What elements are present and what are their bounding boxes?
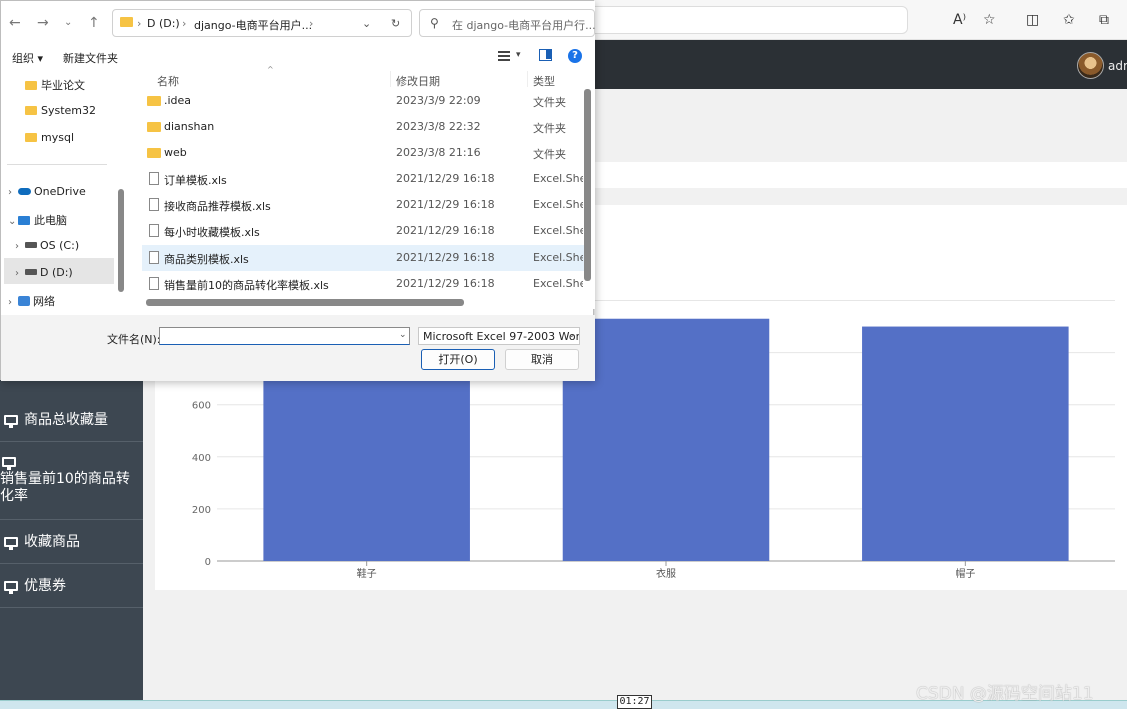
sidebar-item-coupons[interactable]: 优惠券 xyxy=(0,564,143,608)
tree-item-system32[interactable]: System32 xyxy=(25,104,96,117)
navigation-scrollbar[interactable] xyxy=(118,189,124,292)
column-header-date[interactable]: 修改日期 xyxy=(396,73,440,89)
column-divider[interactable] xyxy=(527,71,528,87)
folder-icon xyxy=(147,122,161,132)
chevron-down-icon[interactable]: ⌄ xyxy=(8,216,18,227)
chevron-down-icon[interactable]: ▾ xyxy=(516,50,521,60)
folder-icon xyxy=(25,81,37,90)
tree-item-thesis[interactable]: 毕业论文 xyxy=(25,77,85,93)
monitor-icon xyxy=(4,537,18,550)
file-row[interactable]: .idea 2023/3/9 22:09 文件夹 xyxy=(142,88,584,114)
filename-label: 文件名(N): xyxy=(107,333,161,346)
file-row[interactable]: 每小时收藏模板.xls 2021/12/29 16:18 Excel.Shee xyxy=(142,218,584,244)
tree-item-network[interactable]: › 网络 xyxy=(8,293,55,309)
favorite-star-icon[interactable]: ☆ xyxy=(983,12,996,28)
file-icon xyxy=(149,224,159,237)
file-type-select[interactable]: Microsoft Excel 97-2003 Work xyxy=(418,327,580,345)
folder-icon xyxy=(120,17,133,27)
monitor-icon xyxy=(4,581,18,594)
tree-item-drive-d[interactable]: › D (D:) xyxy=(15,266,73,279)
file-row[interactable]: 接收商品推荐模板.xls 2021/12/29 16:18 Excel.Shee xyxy=(142,192,584,218)
folder-icon xyxy=(25,133,37,142)
chevron-down-icon[interactable]: ⌄ xyxy=(399,330,407,340)
preview-pane-icon[interactable] xyxy=(539,49,552,61)
chevron-down-icon[interactable]: ⌄ xyxy=(362,17,371,30)
column-header-name[interactable]: 名称 xyxy=(157,73,179,89)
new-folder-button[interactable]: 新建文件夹 xyxy=(63,50,118,66)
filename-input[interactable] xyxy=(159,327,410,345)
file-icon xyxy=(149,172,159,185)
file-open-dialog: ← → ⌄ ↑ › D (D:) › django-电商平台用户... › ⌄ … xyxy=(0,0,596,381)
breadcrumb[interactable]: › D (D:) › django-电商平台用户... › ⌄ ↻ xyxy=(112,9,412,37)
recent-chevron-icon[interactable]: ⌄ xyxy=(64,17,72,28)
sort-arrow-icon: ^ xyxy=(267,65,274,74)
back-arrow-icon[interactable]: ← xyxy=(9,15,21,31)
network-icon xyxy=(18,296,30,306)
vertical-scrollbar[interactable] xyxy=(584,89,591,281)
recording-timer: 01:27 xyxy=(617,695,652,709)
drive-icon xyxy=(25,269,37,275)
column-header-type[interactable]: 类型 xyxy=(533,73,555,89)
chevron-right-icon[interactable]: › xyxy=(8,187,18,198)
folder-icon xyxy=(147,96,161,106)
file-row[interactable]: dianshan 2023/3/8 22:32 文件夹 xyxy=(142,114,584,140)
sidebar-item-conversion-rate[interactable]: 销售量前10的商品转化率 xyxy=(0,442,143,520)
help-icon[interactable]: ? xyxy=(568,49,582,63)
address-bar[interactable] xyxy=(590,6,908,34)
breadcrumb-separator: › xyxy=(182,17,187,30)
monitor-icon xyxy=(4,415,18,428)
drive-icon xyxy=(25,242,37,248)
search-input[interactable]: ⚲ 在 django-电商平台用户行... xyxy=(419,9,596,37)
watermark: CSDN @源码空间站11 xyxy=(916,684,1094,704)
chevron-right-icon[interactable]: › xyxy=(15,268,25,279)
folder-icon xyxy=(147,148,161,158)
tree-item-onedrive[interactable]: › OneDrive xyxy=(8,185,86,198)
chevron-down-icon[interactable]: ⌄ xyxy=(568,330,576,340)
cloud-icon xyxy=(18,188,31,195)
folder-icon xyxy=(25,106,37,115)
breadcrumb-separator: › xyxy=(309,17,314,30)
breadcrumb-separator: › xyxy=(137,17,142,30)
refresh-icon[interactable]: ↻ xyxy=(391,17,400,30)
tree-item-drive-c[interactable]: › OS (C:) xyxy=(15,239,79,252)
favorites-icon[interactable]: ✩ xyxy=(1063,12,1075,28)
search-icon: ⚲ xyxy=(430,16,439,30)
view-options-icon[interactable] xyxy=(498,51,510,61)
file-row[interactable]: 销售量前10的商品转化率模板.xls 2021/12/29 16:18 Exce… xyxy=(142,271,584,297)
computer-icon xyxy=(18,216,30,225)
sidebar-item-favorite-products[interactable]: 收藏商品 xyxy=(0,520,143,564)
file-icon xyxy=(149,198,159,211)
up-arrow-icon[interactable]: ↑ xyxy=(88,15,100,31)
forward-arrow-icon[interactable]: → xyxy=(37,15,49,31)
organize-button[interactable]: 组织 ▾ xyxy=(12,50,43,66)
sidebar-item-total-favorites[interactable]: 商品总收藏量 xyxy=(0,398,143,442)
horizontal-scrollbar[interactable] xyxy=(146,299,464,306)
column-divider[interactable] xyxy=(390,71,391,87)
collections-icon[interactable]: ⧉ xyxy=(1099,12,1109,28)
user-name[interactable]: adm xyxy=(1108,59,1127,73)
file-row[interactable]: 订单模板.xls 2021/12/29 16:18 Excel.Shee xyxy=(142,166,584,192)
file-row[interactable]: web 2023/3/8 21:16 文件夹 xyxy=(142,140,584,166)
tree-divider xyxy=(7,164,107,165)
file-icon xyxy=(149,277,159,290)
dialog-footer xyxy=(1,315,595,381)
file-icon xyxy=(149,251,159,264)
split-screen-icon[interactable]: ◫ xyxy=(1026,12,1039,28)
monitor-icon xyxy=(2,457,16,470)
search-placeholder: 在 django-电商平台用户行... xyxy=(452,19,596,32)
avatar[interactable] xyxy=(1077,52,1104,79)
cancel-button[interactable]: 取消 xyxy=(505,349,579,370)
open-button[interactable]: 打开(O) xyxy=(421,349,495,370)
read-aloud-icon[interactable]: A⁾ xyxy=(953,12,966,28)
breadcrumb-drive[interactable]: D (D:) xyxy=(147,17,180,30)
file-row-selected[interactable]: 商品类别模板.xls 2021/12/29 16:18 Excel.Shee xyxy=(142,245,584,271)
breadcrumb-folder[interactable]: django-电商平台用户... xyxy=(194,17,312,33)
chevron-right-icon[interactable]: › xyxy=(15,241,25,252)
tree-item-this-pc[interactable]: ⌄ 此电脑 xyxy=(8,212,67,228)
chevron-right-icon[interactable]: › xyxy=(8,297,18,308)
tree-item-mysql[interactable]: mysql xyxy=(25,131,74,144)
